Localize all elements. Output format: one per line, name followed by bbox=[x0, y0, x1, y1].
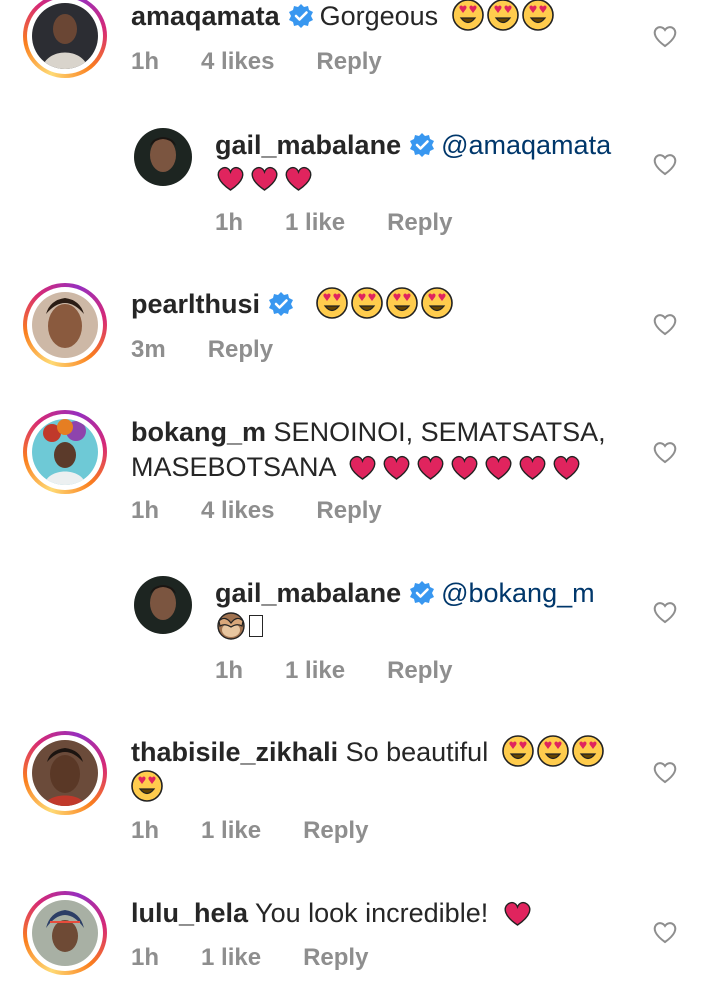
reply-button[interactable]: Reply bbox=[316, 48, 381, 75]
like-heart-icon[interactable] bbox=[652, 440, 678, 464]
reply-button[interactable]: Reply bbox=[387, 657, 452, 684]
username[interactable]: gail_mabalane bbox=[215, 578, 401, 608]
comment-body: amaqamata Gorgeous bbox=[131, 0, 557, 34]
comment-meta: 1h 1 like Reply bbox=[131, 817, 410, 845]
red-heart-icon bbox=[383, 455, 410, 480]
like-heart-icon[interactable] bbox=[652, 24, 678, 48]
comment-text: MASEBOTSANA bbox=[131, 452, 336, 482]
timestamp: 3m bbox=[131, 336, 166, 363]
mention-link[interactable]: @bokang_m bbox=[441, 578, 595, 608]
red-heart-icon bbox=[285, 166, 312, 191]
username[interactable]: gail_mabalane bbox=[215, 130, 401, 160]
heart-eyes-icon bbox=[350, 287, 383, 319]
comment-body: thabisile_zikhali So beautiful bbox=[131, 734, 607, 770]
avatar[interactable] bbox=[23, 0, 107, 78]
comment-body: pearlthusi bbox=[131, 286, 456, 322]
mention-link[interactable]: @amaqamata bbox=[441, 130, 611, 160]
red-heart-icon bbox=[217, 166, 244, 191]
heart-eyes-icon bbox=[536, 735, 569, 767]
comment-meta: 3m Reply bbox=[131, 336, 315, 364]
heart-eyes-icon bbox=[521, 0, 554, 31]
heart-eyes-icon bbox=[315, 287, 348, 319]
reply-button[interactable]: Reply bbox=[303, 817, 368, 844]
verified-badge-icon bbox=[409, 580, 436, 606]
avatar[interactable] bbox=[134, 576, 192, 634]
comment-emoji bbox=[215, 608, 263, 644]
red-heart-icon bbox=[485, 455, 512, 480]
timestamp: 1h bbox=[131, 944, 160, 971]
avatar[interactable] bbox=[134, 128, 192, 186]
comment-meta: 1h 1 like Reply bbox=[215, 657, 494, 685]
likes-count[interactable]: 1 like bbox=[201, 817, 261, 844]
likes-count[interactable]: 1 like bbox=[285, 657, 345, 684]
like-heart-icon[interactable] bbox=[652, 600, 678, 624]
like-heart-icon[interactable] bbox=[652, 920, 678, 944]
comment-body: gail_mabalane @bokang_m bbox=[215, 575, 595, 611]
comment-meta: 1h 1 like Reply bbox=[215, 209, 494, 237]
avatar[interactable] bbox=[23, 410, 107, 494]
timestamp: 1h bbox=[215, 209, 244, 236]
timestamp: 1h bbox=[215, 657, 244, 684]
red-heart-icon bbox=[519, 455, 546, 480]
username[interactable]: amaqamata bbox=[131, 1, 280, 31]
red-heart-icon bbox=[504, 901, 531, 926]
verified-badge-icon bbox=[268, 291, 295, 317]
timestamp: 1h bbox=[131, 48, 160, 75]
reply-button[interactable]: Reply bbox=[303, 944, 368, 971]
red-heart-icon bbox=[417, 455, 444, 480]
heart-eyes-icon bbox=[571, 735, 604, 767]
heart-eyes-icon bbox=[486, 0, 519, 31]
avatar[interactable] bbox=[23, 283, 107, 367]
see-no-evil-monkey-icon bbox=[217, 612, 245, 640]
comment-text: You look incredible! bbox=[255, 898, 489, 928]
timestamp: 1h bbox=[131, 817, 160, 844]
comment-meta: 1h 4 likes Reply bbox=[131, 497, 424, 525]
username[interactable]: lulu_hela bbox=[131, 898, 248, 928]
like-heart-icon[interactable] bbox=[652, 760, 678, 784]
username[interactable]: thabisile_zikhali bbox=[131, 737, 338, 767]
comment-text: SENOINOI, SEMATSATSA, bbox=[273, 417, 606, 447]
username[interactable]: bokang_m bbox=[131, 417, 266, 447]
comment-body-line2: MASEBOTSANA bbox=[131, 449, 585, 485]
like-heart-icon[interactable] bbox=[652, 152, 678, 176]
red-heart-icon bbox=[349, 455, 376, 480]
red-heart-icon bbox=[251, 166, 278, 191]
comment-emoji bbox=[215, 160, 317, 196]
likes-count[interactable]: 4 likes bbox=[201, 497, 274, 524]
comment-body: lulu_hela You look incredible! bbox=[131, 895, 536, 931]
timestamp: 1h bbox=[131, 497, 160, 524]
comment-text: So beautiful bbox=[345, 737, 489, 767]
reply-button[interactable]: Reply bbox=[316, 497, 381, 524]
avatar[interactable] bbox=[23, 891, 107, 975]
username[interactable]: pearlthusi bbox=[131, 289, 260, 319]
avatar[interactable] bbox=[23, 731, 107, 815]
comment-body: bokang_m SENOINOI, SEMATSATSA, bbox=[131, 414, 606, 450]
comment-emoji-line2 bbox=[131, 769, 166, 805]
like-heart-icon[interactable] bbox=[652, 312, 678, 336]
heart-eyes-icon bbox=[385, 287, 418, 319]
likes-count[interactable]: 4 likes bbox=[201, 48, 274, 75]
comment-body: gail_mabalane @amaqamata bbox=[215, 127, 611, 163]
reply-button[interactable]: Reply bbox=[208, 336, 273, 363]
likes-count[interactable]: 1 like bbox=[201, 944, 261, 971]
red-heart-icon bbox=[553, 455, 580, 480]
comment-meta: 1h 4 likes Reply bbox=[131, 48, 424, 76]
heart-eyes-icon bbox=[501, 735, 534, 767]
reply-button[interactable]: Reply bbox=[387, 209, 452, 236]
heart-eyes-icon bbox=[451, 0, 484, 31]
missing-glyph-box bbox=[249, 615, 263, 637]
heart-eyes-icon bbox=[131, 770, 163, 802]
comment-text: Gorgeous bbox=[319, 1, 439, 31]
verified-badge-icon bbox=[287, 3, 314, 29]
heart-eyes-icon bbox=[420, 287, 453, 319]
verified-badge-icon bbox=[409, 132, 436, 158]
likes-count[interactable]: 1 like bbox=[285, 209, 345, 236]
comment-meta: 1h 1 like Reply bbox=[131, 944, 410, 972]
red-heart-icon bbox=[451, 455, 478, 480]
